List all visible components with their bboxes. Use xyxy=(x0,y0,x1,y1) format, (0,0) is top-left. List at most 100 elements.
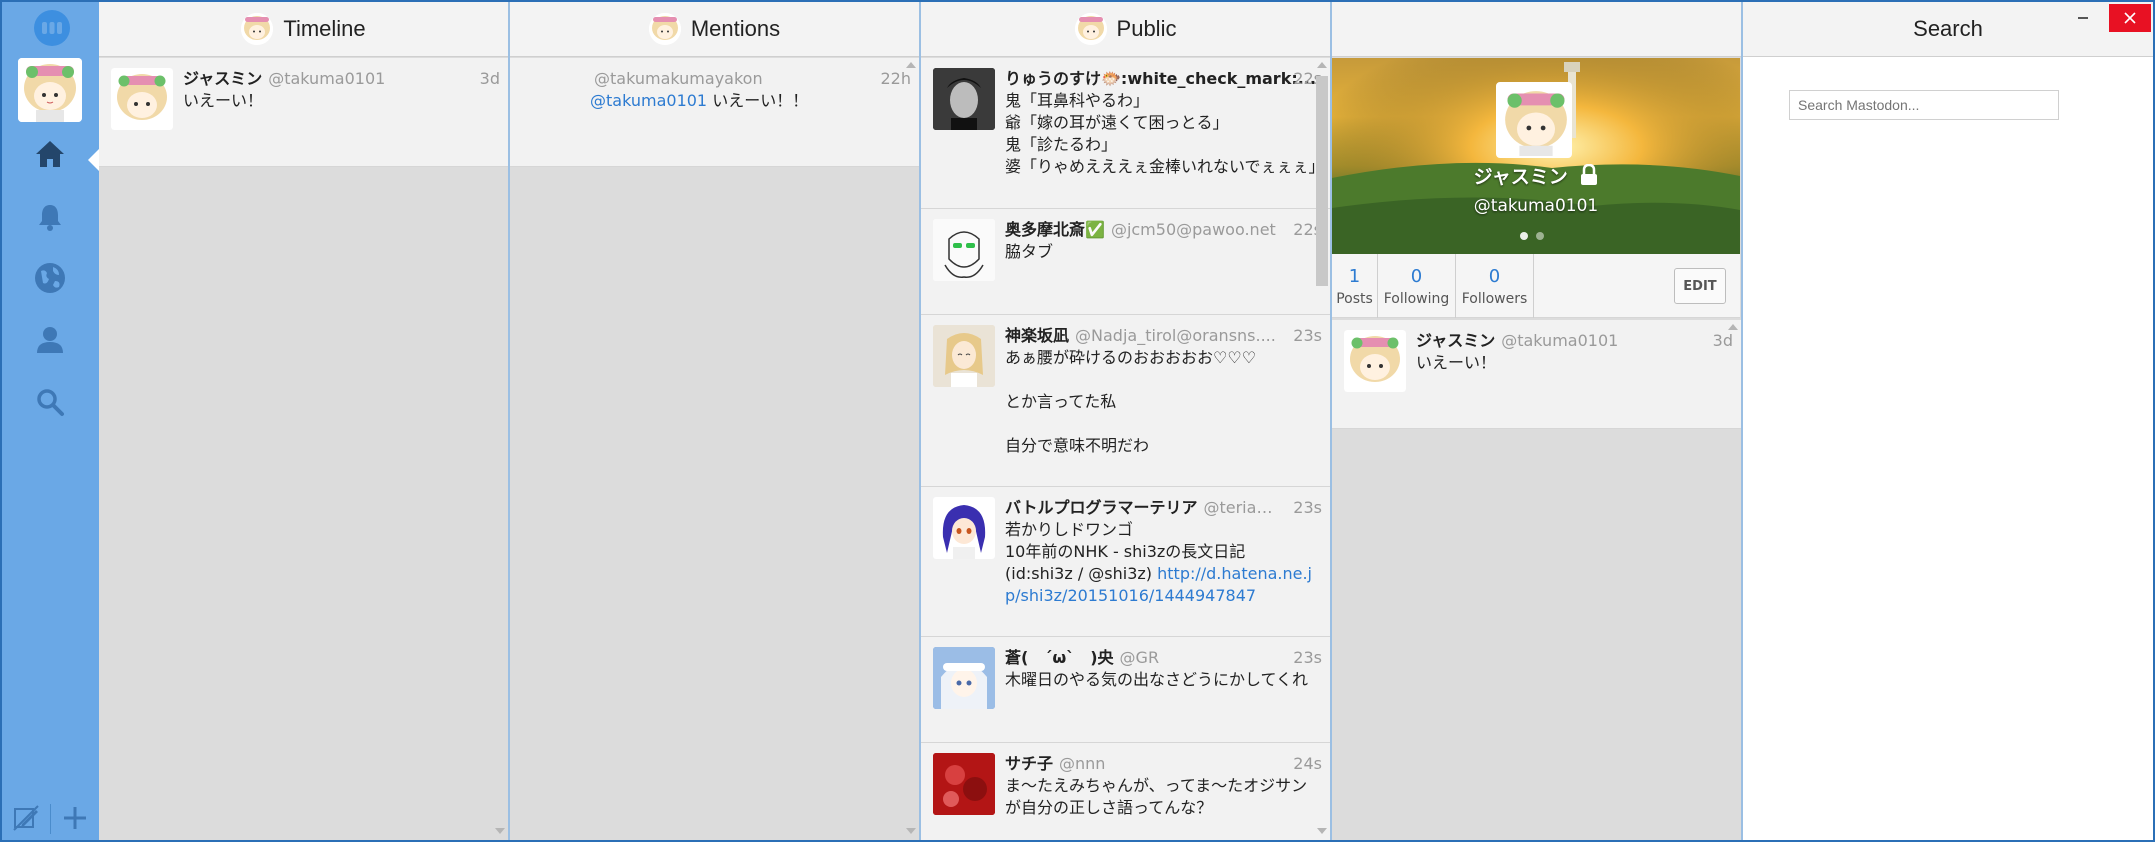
display-name[interactable]: りゅうのすけ🐡:white_check_mark:... xyxy=(1005,68,1316,90)
list-item[interactable]: バトルプログラマーテリア @teria@frie... 23s 若かりしドワンゴ… xyxy=(921,487,1330,637)
profile-stats: 1 Posts 0 Following 0 Followers EDIT xyxy=(1332,254,1740,318)
sidebar-bottom-divider xyxy=(50,804,51,834)
toot-text: あぁ腰が砕けるのおおおおお♡♡♡ とか言ってた私 自分で意味不明だわ xyxy=(1005,348,1257,455)
toot-meta: ジャスミン @takuma0101 xyxy=(183,68,496,90)
display-name[interactable]: サチ子 xyxy=(1005,753,1053,775)
toot-text: 若かりしドワンゴ 10年前のNHK - shi3zの長文日記 (id:shi3z… xyxy=(1005,519,1318,607)
list-item[interactable]: 奥多摩北斎✅ @jcm50@pawoo.net 22s 脇タブ xyxy=(921,209,1330,315)
toot-avatar[interactable] xyxy=(111,68,173,130)
toot-avatar[interactable] xyxy=(933,647,995,709)
profile-name: ジャスミン xyxy=(1332,162,1740,191)
stat-value: 0 xyxy=(1410,265,1423,287)
column-title: Timeline xyxy=(283,16,366,41)
search-icon[interactable] xyxy=(30,382,70,422)
display-name[interactable]: 奥多摩北斎✅ xyxy=(1005,219,1105,241)
list-item[interactable]: りゅうのすけ🐡:white_check_mark:... 22s 鬼「耳鼻科やる… xyxy=(921,58,1330,209)
scroll-up-arrow-icon[interactable] xyxy=(1728,324,1738,330)
mentions-list[interactable]: @takumakumayakon 22h @takuma0101 いえーい！！ xyxy=(510,58,919,840)
column-header-public[interactable]: Public xyxy=(921,2,1330,57)
mentions-scrollbar[interactable] xyxy=(903,58,919,840)
sidebar xyxy=(2,2,99,840)
scroll-thumb[interactable] xyxy=(1316,76,1328,286)
minimize-button[interactable] xyxy=(2073,8,2093,28)
account-handle[interactable]: @teria@frie... xyxy=(1203,497,1282,519)
toot-avatar[interactable] xyxy=(933,219,995,281)
display-name[interactable]: ジャスミン xyxy=(1416,330,1495,352)
stat-value: 1 xyxy=(1348,265,1361,287)
scroll-down-arrow-icon[interactable] xyxy=(495,828,505,834)
list-item[interactable]: サチ子 @nnn 24s ま〜たえみちゃんが、ってま〜たオジサンが自分の正しさ語… xyxy=(921,743,1330,840)
display-name[interactable]: 神楽坂凪 xyxy=(1005,325,1069,347)
scroll-down-arrow-icon[interactable] xyxy=(906,828,916,834)
profile-display-name: ジャスミン xyxy=(1473,166,1568,188)
bell-icon[interactable] xyxy=(30,197,70,237)
user-avatar[interactable] xyxy=(18,58,82,122)
profile-pager-dots[interactable] xyxy=(1520,232,1544,240)
scroll-down-arrow-icon[interactable] xyxy=(1317,828,1327,834)
profile-acct: @takuma0101 xyxy=(1473,196,1599,216)
list-item[interactable]: 蒼( ´ω` )央 @GR 23s 木曜日のやる気の出なさどうにかしてくれ xyxy=(921,637,1330,743)
profile-scrollbar[interactable] xyxy=(1725,320,1741,840)
display-name[interactable]: ジャスミン xyxy=(183,68,262,90)
profile-avatar[interactable] xyxy=(1496,82,1572,158)
lock-icon xyxy=(1580,163,1598,191)
toot-text: 脇タブ xyxy=(1005,242,1054,261)
toot-avatar[interactable] xyxy=(522,68,584,130)
close-button[interactable] xyxy=(2109,4,2151,32)
stat-followers[interactable]: 0 Followers xyxy=(1456,254,1534,318)
column-mentions: Mentions @takumakumayakon 22h @takuma010… xyxy=(510,2,921,840)
timeline-list[interactable]: ジャスミン @takuma0101 3d いえーい！ xyxy=(99,58,508,840)
toot-text: ま〜たえみちゃんが、ってま〜たオジサンが自分の正しさ語ってんな？ xyxy=(1005,776,1308,817)
toot-text: いえーい！ xyxy=(1416,353,1497,372)
column-title: Mentions xyxy=(690,16,781,41)
search-input[interactable] xyxy=(1789,90,2059,120)
account-handle[interactable]: @GR xyxy=(1120,647,1160,669)
list-item[interactable]: ジャスミン @takuma0101 3d いえーい！ xyxy=(99,58,508,167)
stat-value: 0 xyxy=(1488,265,1501,287)
public-scrollbar[interactable] xyxy=(1314,58,1330,840)
profile-banner: ジャスミン @takuma0101 xyxy=(1332,58,1740,254)
list-item[interactable]: ジャスミン @takuma0101 3d いえーい！ xyxy=(1332,320,1741,429)
account-handle[interactable]: @Nadja_tirol@oransns.... xyxy=(1075,325,1276,347)
stat-posts[interactable]: 1 Posts xyxy=(1332,254,1378,318)
list-item[interactable]: @takumakumayakon 22h @takuma0101 いえーい！！ xyxy=(510,58,919,167)
edit-profile-button[interactable]: EDIT xyxy=(1674,268,1726,304)
edit-icon[interactable] xyxy=(12,804,40,836)
home-icon[interactable] xyxy=(30,134,70,174)
account-handle[interactable]: @takuma0101 xyxy=(268,68,385,90)
toot-avatar[interactable] xyxy=(933,753,995,815)
plus-icon[interactable] xyxy=(61,804,89,836)
account-handle[interactable]: @jcm50@pawoo.net xyxy=(1111,219,1276,241)
toot-meta: 奥多摩北斎✅ @jcm50@pawoo.net xyxy=(1005,219,1318,241)
account-handle[interactable]: @nnn xyxy=(1059,753,1105,775)
account-handle[interactable]: @takumakumayakon xyxy=(594,68,763,90)
account-handle[interactable]: @takuma0101 xyxy=(1501,330,1618,352)
toot-avatar[interactable] xyxy=(933,497,995,559)
user-icon[interactable] xyxy=(30,320,70,360)
toot-avatar[interactable] xyxy=(1344,330,1406,392)
scroll-up-arrow-icon[interactable] xyxy=(906,62,916,68)
mention-link[interactable]: @takuma0101 xyxy=(590,91,707,110)
column-header-timeline[interactable]: Timeline xyxy=(99,2,508,57)
header-avatar xyxy=(241,13,274,45)
toot-text: @takuma0101 いえーい！！ xyxy=(590,90,907,156)
header-avatar xyxy=(1074,13,1107,45)
globe-icon[interactable] xyxy=(30,258,70,298)
timeline-scrollbar[interactable] xyxy=(492,58,508,840)
toot-meta: りゅうのすけ🐡:white_check_mark:... xyxy=(1005,68,1318,90)
stat-following[interactable]: 0 Following xyxy=(1378,254,1456,318)
scroll-up-arrow-icon[interactable] xyxy=(1317,62,1327,68)
header-avatar xyxy=(648,13,681,45)
toot-avatar[interactable] xyxy=(933,68,995,130)
profile-toot-list[interactable]: ジャスミン @takuma0101 3d いえーい！ xyxy=(1332,320,1741,840)
display-name[interactable]: 蒼( ´ω` )央 xyxy=(1005,647,1114,669)
toot-meta: バトルプログラマーテリア @teria@frie... xyxy=(1005,497,1318,519)
stat-label: Posts xyxy=(1336,290,1373,307)
column-title: Public xyxy=(1116,16,1177,41)
display-name[interactable]: バトルプログラマーテリア xyxy=(1005,497,1197,519)
toot-avatar[interactable] xyxy=(933,325,995,387)
column-header-mentions[interactable]: Mentions xyxy=(510,2,919,57)
mastodon-logo-icon[interactable] xyxy=(34,10,70,46)
list-item[interactable]: 神楽坂凪 @Nadja_tirol@oransns.... 23s あぁ腰が砕け… xyxy=(921,315,1330,487)
public-list[interactable]: りゅうのすけ🐡:white_check_mark:... 22s 鬼「耳鼻科やる… xyxy=(921,58,1330,840)
